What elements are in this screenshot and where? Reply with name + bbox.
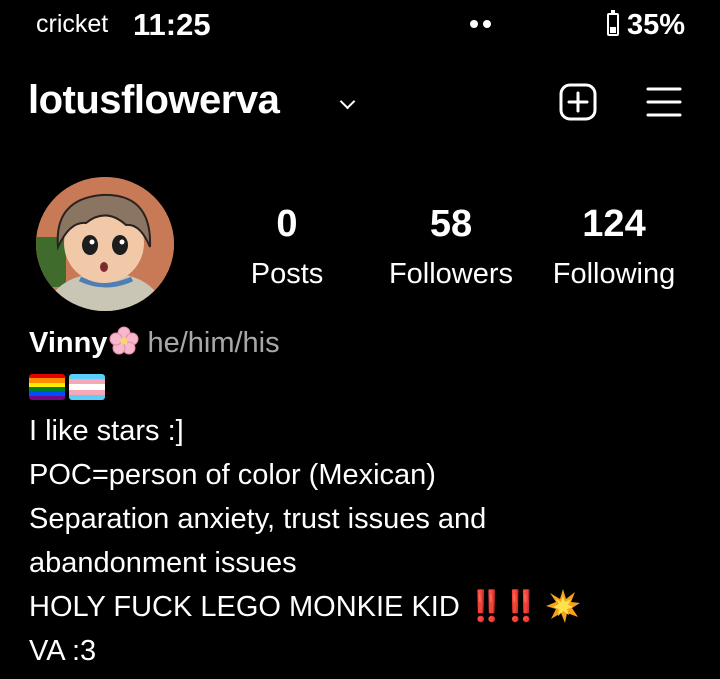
posts-value: 0 <box>276 203 298 245</box>
username-switcher[interactable]: lotusflowerva <box>28 78 280 123</box>
bio-line-text: HOLY FUCK LEGO MONKIE KID <box>29 591 460 623</box>
bio-flags <box>29 365 700 409</box>
following-value: 124 <box>582 203 646 245</box>
cherry-blossom-icon <box>109 325 139 355</box>
new-post-icon[interactable] <box>558 82 598 122</box>
battery-icon <box>607 10 619 36</box>
avatar[interactable] <box>36 177 174 311</box>
bio-line: abandonment issues <box>29 547 297 579</box>
display-name: Vinny <box>29 327 108 359</box>
rainbow-flag-icon <box>29 374 65 400</box>
cellular-dots-icon <box>470 20 491 28</box>
bio-line-monkie-kid: HOLY FUCK LEGO MONKIE KID ‼️‼️ <box>29 585 700 629</box>
chevron-down-icon[interactable] <box>339 93 356 110</box>
bio-line: I like stars :] <box>29 415 184 447</box>
double-exclamation-icon: ‼️‼️ <box>467 590 540 623</box>
bio-name-line: Vinny he/him/his <box>29 321 700 365</box>
bio-line: Separation anxiety, trust issues and <box>29 503 487 535</box>
following-count[interactable]: 124 Following <box>539 203 689 291</box>
pronouns: he/him/his <box>147 327 280 359</box>
bio-line: VA :3 <box>29 635 97 667</box>
battery-percent: 35% <box>627 9 686 41</box>
status-time: 11:25 <box>133 7 211 42</box>
posts-label: Posts <box>250 258 324 290</box>
posts-count[interactable]: 0 Posts <box>212 203 362 291</box>
bio-line: POC=person of color (Mexican) <box>29 459 436 491</box>
following-label: Following <box>552 258 676 290</box>
carrier-label: cricket <box>36 10 109 38</box>
collision-icon <box>545 588 581 624</box>
menu-icon[interactable] <box>646 85 682 119</box>
followers-count[interactable]: 58 Followers <box>376 203 526 291</box>
followers-label: Followers <box>388 258 514 290</box>
followers-value: 58 <box>429 203 473 245</box>
profile-bio: Vinny he/him/his I like stars :] POC=per… <box>29 321 700 673</box>
trans-flag-icon <box>69 374 105 400</box>
